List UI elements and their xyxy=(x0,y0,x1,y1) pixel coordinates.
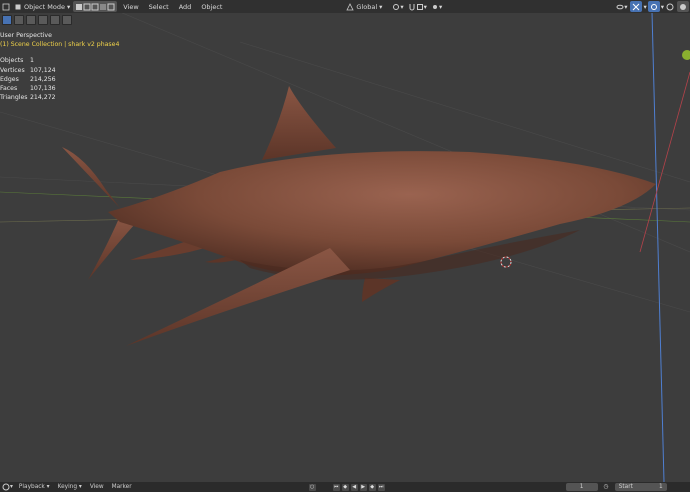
editor-type-button[interactable] xyxy=(0,1,12,12)
jump-end-icon[interactable]: ⏭ xyxy=(377,483,385,491)
play-icon[interactable]: ▶ xyxy=(359,483,367,491)
clock-icon[interactable]: ◷ xyxy=(604,484,609,490)
play-reverse-icon[interactable]: ◀ xyxy=(350,483,358,491)
chevron-down-icon: ▾ xyxy=(10,484,13,490)
visibility-button[interactable]: ▾ xyxy=(614,1,629,12)
select-invert-icon xyxy=(100,3,107,10)
menu-add[interactable]: Add xyxy=(174,3,197,11)
shark-model[interactable] xyxy=(62,86,656,346)
stat-triangles: Triangles 214,272 xyxy=(0,94,56,102)
select-tool-button[interactable] xyxy=(2,15,12,25)
jump-start-icon[interactable]: ⏮ xyxy=(332,483,340,491)
start-frame-field[interactable]: Start 1 xyxy=(614,483,667,491)
gizmo-toggle[interactable] xyxy=(630,1,643,12)
navigation-gizmo-y-icon[interactable] xyxy=(682,50,690,60)
viewport-overlay-text: User Perspective (1) Scene Collection | … xyxy=(0,31,119,102)
chevron-down-icon: ▾ xyxy=(423,2,427,11)
select-box-icon xyxy=(76,3,83,10)
menu-marker[interactable]: Marker xyxy=(108,484,136,490)
stat-vertices: Vertices 107,124 xyxy=(0,66,56,74)
chevron-down-icon: ▾ xyxy=(379,2,383,11)
orientation-icon xyxy=(346,2,355,10)
select-circle-button[interactable] xyxy=(26,15,36,25)
menu-select[interactable]: Select xyxy=(144,3,174,11)
chevron-down-icon: ▾ xyxy=(400,2,404,11)
mode-label: Object Mode xyxy=(24,2,65,11)
viewport-header: Object Mode ▾ View Select Add Object Glo… xyxy=(0,0,690,13)
select-box-button[interactable] xyxy=(14,15,24,25)
chevron-down-icon: ▾ xyxy=(66,2,71,11)
z-axis-line xyxy=(651,12,665,482)
editor-type-icon xyxy=(2,3,10,10)
chevron-down-icon[interactable]: ▾ xyxy=(643,3,646,11)
pivot-icon xyxy=(393,3,400,10)
tool-header xyxy=(0,13,74,27)
prev-keyframe-icon[interactable]: ◆ xyxy=(341,483,349,491)
timeline-header: ▾ Playback ▾ Keying ▾ View Marker ○ ⏮ ◆ … xyxy=(0,482,690,492)
blender-window: Object Mode ▾ View Select Add Object Glo… xyxy=(0,0,690,492)
wireframe-icon xyxy=(666,3,674,10)
select-lasso-button[interactable] xyxy=(38,15,48,25)
orientation-label: Global xyxy=(356,2,378,11)
menu-view[interactable]: View xyxy=(118,3,143,11)
solid-shading-icon xyxy=(680,3,686,10)
timeline-editor-button[interactable]: ▾ xyxy=(0,482,15,492)
shading-solid-button[interactable] xyxy=(677,1,689,12)
red-axis-line xyxy=(639,71,690,253)
snap-button[interactable]: ▾ xyxy=(406,1,429,12)
magnet-icon xyxy=(409,3,415,10)
perspective-label: User Perspective xyxy=(0,32,52,39)
snap-target-icon xyxy=(416,3,423,10)
stat-faces: Faces 107,136 xyxy=(0,85,56,93)
shading-wireframe-button[interactable] xyxy=(664,1,676,12)
chevron-down-icon: ▾ xyxy=(438,2,443,11)
eye-icon xyxy=(616,4,624,9)
record-button[interactable]: ○ xyxy=(308,483,316,491)
current-frame-field[interactable]: 1 xyxy=(565,483,598,491)
proportional-icon xyxy=(432,4,437,9)
select-extend-button[interactable] xyxy=(50,15,60,25)
pivot-point-button[interactable]: ▾ xyxy=(390,1,405,12)
select-extend-icon xyxy=(83,3,91,10)
stat-objects: Objects 1 xyxy=(0,57,34,65)
menu-object[interactable]: Object xyxy=(196,3,227,11)
select-invert-button[interactable] xyxy=(62,15,72,25)
collection-label: (1) Scene Collection | shark v2 phase4 xyxy=(0,41,120,49)
menu-keying[interactable]: Keying ▾ xyxy=(54,484,86,490)
proportional-edit-button[interactable]: ▾ xyxy=(429,1,444,12)
gizmo-icon xyxy=(633,3,640,10)
orientation-dropdown[interactable]: Global ▾ xyxy=(344,1,384,12)
chevron-down-icon: ▾ xyxy=(624,2,628,11)
select-intersect-icon xyxy=(107,3,115,10)
stat-edges: Edges 214,256 xyxy=(0,75,56,83)
select-mode-buttons[interactable] xyxy=(73,1,118,12)
object-mode-icon xyxy=(15,4,21,9)
next-keyframe-icon[interactable]: ◆ xyxy=(368,483,376,491)
menu-playback[interactable]: Playback ▾ xyxy=(15,484,54,490)
overlay-toggle[interactable] xyxy=(647,1,660,12)
clock-icon xyxy=(2,483,10,491)
overlay-icon xyxy=(650,3,657,10)
mode-dropdown[interactable]: Object Mode ▾ xyxy=(12,1,72,12)
select-subtract-icon xyxy=(91,3,99,10)
menu-timeline-view[interactable]: View xyxy=(86,484,108,490)
